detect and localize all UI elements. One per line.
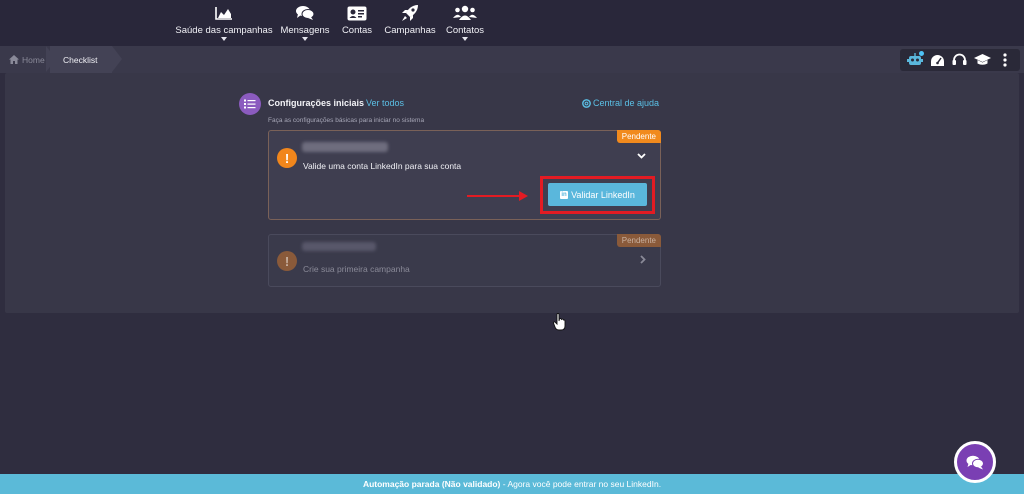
chevron-right-icon[interactable] — [640, 255, 646, 264]
footer-status-text: - Agora você pode entrar no seu LinkedIn… — [500, 479, 662, 489]
status-badge: Pendente — [616, 234, 661, 247]
chat-button[interactable] — [954, 441, 996, 483]
red-arrow-annotation — [467, 191, 528, 201]
top-right-toolbar — [900, 49, 1020, 71]
breadcrumb-separator — [112, 46, 122, 72]
nav-item-contacts[interactable]: Contatos — [417, 3, 513, 41]
speedometer-icon[interactable] — [929, 51, 947, 69]
graduation-cap-icon[interactable] — [973, 51, 991, 69]
redacted-title — [302, 142, 388, 152]
help-center-label: Central de ajuda — [593, 98, 660, 108]
card-description: Crie sua primeira campanha — [303, 264, 410, 274]
headset-icon[interactable] — [951, 51, 969, 69]
redacted-title — [302, 242, 376, 251]
validate-linkedin-label: Validar LinkedIn — [571, 189, 635, 200]
chevron-down-icon — [221, 37, 227, 41]
breadcrumb-home-label: Home — [22, 54, 45, 65]
checklist-card-campaign[interactable]: Pendente ! Crie sua primeira campanha — [268, 234, 661, 287]
breadcrumb: Home Checklist — [0, 46, 1024, 73]
top-navigation: Saúde das campanhas Mensagens Contas Cam… — [0, 0, 1024, 46]
breadcrumb-current: Checklist — [50, 46, 112, 73]
home-icon — [9, 55, 19, 64]
chevron-down-icon[interactable] — [637, 153, 646, 159]
chevron-down-icon — [462, 37, 468, 41]
section-subtitle: Faça as configurações básicas para inici… — [268, 117, 425, 124]
nav-item-label: Contatos — [445, 25, 485, 36]
robot-icon[interactable] — [906, 51, 925, 69]
status-badge: Pendente — [616, 130, 661, 143]
exclamation-icon: ! — [277, 251, 297, 271]
chevron-down-icon — [302, 37, 308, 41]
checklist-icon — [239, 93, 261, 115]
linkedin-icon: in — [560, 190, 569, 199]
hand-pointer-icon — [553, 313, 566, 331]
help-center-link[interactable]: Central de ajuda — [582, 98, 659, 108]
chart-area-icon — [215, 3, 233, 23]
validate-linkedin-button[interactable]: in Validar LinkedIn — [548, 183, 647, 206]
notification-dot — [919, 51, 925, 56]
card-description: Valide uma conta LinkedIn para sua conta — [303, 161, 462, 171]
users-icon — [453, 3, 477, 23]
status-footer: Automação parada (Não validado) - Agora … — [0, 474, 1024, 494]
lifebuoy-icon — [582, 98, 591, 108]
breadcrumb-current-label: Checklist — [63, 54, 98, 65]
chat-icon — [966, 455, 984, 469]
kebab-menu-icon[interactable] — [996, 51, 1014, 69]
section-title: Configurações iniciais — [268, 98, 365, 108]
see-all-link[interactable]: Ver todos — [366, 98, 404, 108]
footer-status-bold: Automação parada (Não validado) — [362, 479, 501, 489]
exclamation-icon: ! — [277, 148, 297, 168]
